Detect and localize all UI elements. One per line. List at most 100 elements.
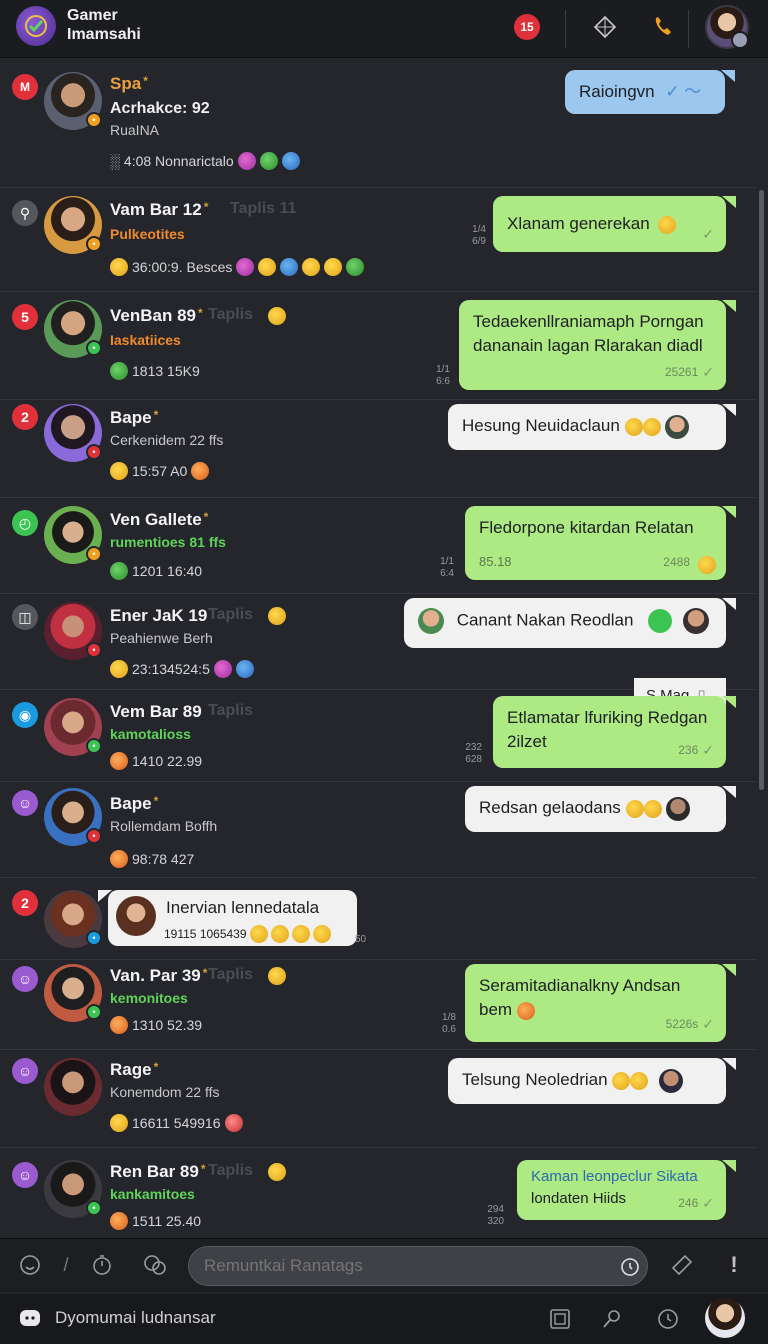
emoji-picker-icon[interactable] [16, 1251, 44, 1279]
contact-name: Ener JaK 19 [110, 606, 208, 625]
star-icon: * [202, 966, 208, 980]
star-icon: * [153, 794, 159, 808]
emoji-icon [624, 417, 643, 436]
contact-subtitle: Iaskatiices [110, 332, 181, 348]
contact-subtitle: kankamitoes [110, 1186, 195, 1202]
notification-badge[interactable]: 15 [514, 14, 540, 40]
status-badge: 5 [12, 304, 38, 330]
scrollbar[interactable] [759, 190, 764, 790]
emoji-icon [224, 1114, 243, 1132]
chat-meta: 1410 22.99 [132, 753, 203, 769]
clock-icon[interactable] [654, 1305, 682, 1333]
timer-icon[interactable] [88, 1251, 116, 1279]
emoji-icon [302, 258, 321, 276]
emoji-icon [280, 258, 299, 276]
chat-row[interactable]: ⚲ • Vam Bar 12 * Taplis 11 Pulkeotites 36… [0, 188, 756, 292]
message-input[interactable] [188, 1246, 648, 1286]
avatar[interactable]: • [44, 964, 102, 1022]
message-left-time: 85.18 [479, 554, 512, 569]
message-text: Kaman leonpeclur Sikata [531, 1168, 698, 1185]
phone-icon[interactable] [648, 12, 678, 42]
contact-subtitle: rumentioes 81 ffs [110, 534, 226, 550]
profile-avatar[interactable] [705, 5, 749, 49]
side-timestamp: 232 628 [465, 742, 482, 765]
composer-bar: / ! [0, 1238, 768, 1292]
message-bubble[interactable]: Fledorpone kitardan Relatan 85.18 2488 [465, 506, 736, 580]
message-bubble[interactable]: Kaman leonpeclur Sikata londaten Hiids 2… [517, 1160, 736, 1220]
contact-name: VenBan 89 [110, 306, 196, 325]
chat-row[interactable]: ◫ • Ener JaK 19 Taplis Peahienwe Berh 23… [0, 594, 756, 714]
chat-row[interactable]: M • Spa * Acrhakce: 92 RuaINA ░ 4:08 Nonna… [0, 62, 756, 188]
star-icon: * [203, 510, 209, 524]
emoji-icon [268, 307, 286, 325]
avatar[interactable]: • [44, 506, 102, 564]
star-icon: * [198, 306, 203, 320]
avatar[interactable]: • [44, 300, 102, 358]
emoji-icon [630, 1071, 649, 1090]
chat-app-icon[interactable] [16, 1305, 44, 1333]
avatar[interactable]: • [44, 698, 102, 756]
avatar [682, 608, 709, 634]
clock-icon[interactable] [616, 1253, 644, 1281]
avatar[interactable]: • [44, 1160, 102, 1218]
emoji-icon [110, 1016, 128, 1034]
check-icon: ✓ [702, 742, 714, 758]
avatar[interactable]: • [44, 196, 102, 254]
chat-row[interactable]: ☺ • Bape * Rollemdam Boffh 98:78 427 Reds… [0, 782, 756, 878]
message-bubble[interactable]: Raioingvn ✓ 〜 [565, 70, 735, 114]
message-bubble[interactable]: Tedaekenllraniamaph Porngan dananain lag… [459, 300, 736, 390]
message-text: Tedaekenllraniamaph Porngan dananain lag… [473, 312, 704, 355]
online-dot-icon: • [86, 340, 102, 356]
avatar[interactable]: • [44, 602, 102, 660]
message-bubble[interactable]: Inervian lennedatala 19115 1065439 [98, 890, 357, 946]
avatar[interactable] [44, 1058, 102, 1116]
avatar[interactable]: • [44, 72, 102, 130]
user-avatar[interactable] [705, 1298, 745, 1338]
chat-row[interactable]: ☺ • Van. Par 39 * Taplis kemonitoes 1310 … [0, 960, 756, 1050]
more-options-icon[interactable]: ! [720, 1251, 748, 1279]
contact-name: Vam Bar 12 [110, 200, 202, 219]
message-bubble[interactable]: Etlamatar lfuriking Redgan 2ilzet 236 ✓ [493, 696, 736, 768]
avatar[interactable]: • [44, 788, 102, 846]
chat-row[interactable]: 2 • Inervian lennedatala 19115 1065439 5… [0, 878, 756, 960]
emoji-icon [110, 660, 128, 678]
message-bubble[interactable]: Hesung Neuidaclaun [448, 404, 736, 450]
app-logo-icon[interactable] [16, 6, 56, 46]
chat-row[interactable]: ☺ • Ren Bar 89 * Taplis kankamitoes 1511 … [0, 1148, 756, 1234]
message-bubble[interactable]: Redsan gelaodans [465, 786, 736, 832]
chat-row[interactable]: ◴ • Ven Gallete * rumentioes 81 ffs 1201 … [0, 498, 756, 594]
message-bubble[interactable]: Canant Nakan Reodlan [404, 598, 736, 648]
ticket-icon[interactable] [668, 1251, 696, 1279]
contact-name: Vem Bar 89 [110, 702, 202, 721]
double-check-icon: ✓ 〜 [665, 82, 702, 101]
chat-row[interactable]: ◉ • Vem Bar 89 Taplis kamotalioss 1410 2… [0, 690, 756, 782]
check-icon: ✓ [702, 226, 714, 242]
refresh-icon: ◴ [12, 510, 38, 536]
emoji-icon [346, 258, 365, 276]
status-badge: M [12, 74, 38, 100]
message-bubble[interactable]: Telsung Neoledrian [448, 1058, 736, 1104]
emoji-icon [235, 660, 254, 678]
message-time: 246 [678, 1196, 699, 1210]
contact-tag: Taplis 11 [230, 200, 297, 217]
reaction-icon: ☺ [12, 1058, 38, 1084]
avatar [659, 1068, 684, 1093]
app-title: Gamer Imamsahi [67, 7, 141, 43]
message-bubble[interactable]: Xlanam generekan ✓ [493, 196, 736, 252]
chat-bubbles-icon[interactable] [141, 1251, 169, 1279]
emoji-icon [110, 1114, 128, 1132]
pin-icon[interactable] [598, 1305, 626, 1333]
chat-meta: 4:08 Nonnarictalo [123, 153, 234, 169]
diamond-icon[interactable] [590, 12, 620, 42]
contact-subtitle: kemonitoes [110, 990, 188, 1006]
chat-row[interactable]: 5 • VenBan 89 * Taplis Iaskatiices 1813 1… [0, 292, 756, 400]
chat-row[interactable]: 2 • Bape * Cerkenidem 22 ffs 15:57 A0 Hes… [0, 400, 756, 498]
avatar[interactable]: • [44, 404, 102, 462]
chat-row[interactable]: ☺ Rage * Konemdom 22 ffs 16611 549916 Tel… [0, 1050, 756, 1148]
emoji-icon [110, 258, 128, 276]
message-bubble[interactable]: Seramitadianalkny Andsan bem 5226s ✓ [465, 964, 736, 1042]
avatar[interactable]: • [44, 890, 102, 948]
message-text: Xlanam generekan [507, 214, 650, 233]
gallery-icon[interactable] [546, 1305, 574, 1333]
message-text: Fledorpone kitardan Relatan [479, 518, 694, 537]
